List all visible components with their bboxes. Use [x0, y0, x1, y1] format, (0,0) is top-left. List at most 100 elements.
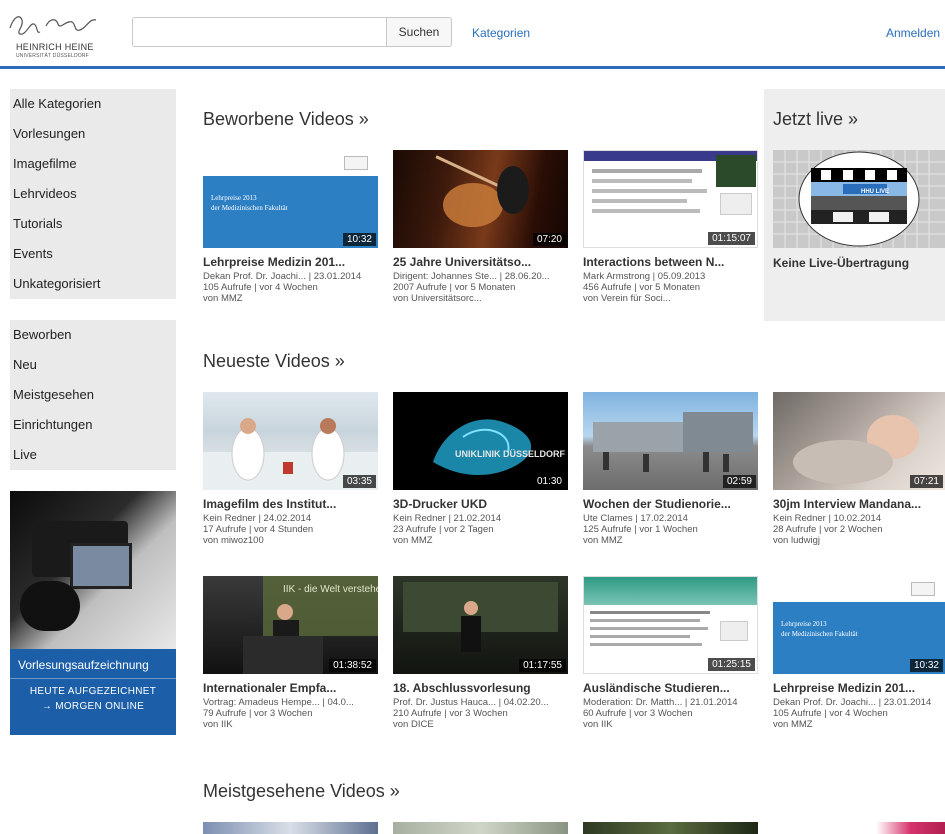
- video-views: 105 Aufrufe | vor 4 Wochen: [203, 282, 318, 293]
- camera-screen-shape: [70, 543, 132, 589]
- video-meta: Mark Armstrong | 05.09.2013: [583, 271, 706, 282]
- video-duration: 01:17:55: [519, 659, 566, 672]
- video-thumbnail[interactable]: [393, 822, 568, 834]
- header-divider: [0, 66, 945, 69]
- video-uploader[interactable]: von IIK: [203, 719, 378, 730]
- thumbnail-text-line2: der Medizinischen Fakultät: [781, 630, 858, 638]
- video-uploader[interactable]: von MMZ: [583, 535, 758, 546]
- video-card[interactable]: 02:59 Wochen der Studienorie... Ute Clam…: [583, 392, 758, 546]
- search-input[interactable]: [132, 17, 386, 47]
- video-thumbnail[interactable]: [583, 822, 758, 834]
- search-button[interactable]: Suchen: [386, 17, 452, 47]
- sidebar-item-featured[interactable]: Beworben: [10, 320, 176, 350]
- video-thumbnail[interactable]: Lehrpreise 2013 der Medizinischen Fakult…: [773, 576, 945, 674]
- sidebar-item-live[interactable]: Live: [10, 440, 176, 470]
- video-card[interactable]: 01:25:15 Ausländische Studieren... Moder…: [583, 576, 758, 730]
- video-uploader[interactable]: von Universitätsorc...: [393, 293, 568, 304]
- sidebar-item-all-categories[interactable]: Alle Kategorien: [10, 89, 176, 119]
- video-title[interactable]: 30jm Interview Mandana...: [773, 497, 945, 511]
- video-title[interactable]: Imagefilm des Institut...: [203, 497, 378, 511]
- sidebar-item-new[interactable]: Neu: [10, 350, 176, 380]
- video-uploader[interactable]: von ludwigj: [773, 535, 945, 546]
- video-title[interactable]: Lehrpreise Medizin 201...: [203, 255, 378, 269]
- video-thumbnail[interactable]: IIK - die Welt verstehen 01:38:52: [203, 576, 378, 674]
- sidebar-item-teaching-videos[interactable]: Lehrvideos: [10, 179, 176, 209]
- video-views: 60 Aufrufe | vor 3 Wochen: [583, 708, 693, 719]
- video-card[interactable]: 01:17:55 18. Abschlussvorlesung Prof. Dr…: [393, 576, 568, 730]
- banner-divider: [10, 678, 176, 679]
- video-uploader[interactable]: von IIK: [583, 719, 758, 730]
- sidebar-item-events[interactable]: Events: [10, 239, 176, 269]
- sidebar-item-tutorials[interactable]: Tutorials: [10, 209, 176, 239]
- video-uploader[interactable]: von Verein für Soci...: [583, 293, 758, 304]
- video-thumbnail[interactable]: 03:35: [203, 392, 378, 490]
- video-duration: 07:21: [909, 475, 943, 488]
- slide-text-line: [592, 189, 707, 193]
- video-uploader[interactable]: von MMZ: [773, 719, 945, 730]
- video-card[interactable]: 07:21 30jm Interview Mandana... Kein Red…: [773, 392, 945, 546]
- live-panel: Jetzt live » HHU LIVE Keine Live-Übertra…: [764, 89, 945, 321]
- camera-lens-shape: [20, 581, 80, 631]
- video-uploader[interactable]: von DICE: [393, 719, 568, 730]
- video-title[interactable]: Lehrpreise Medizin 201...: [773, 681, 945, 695]
- video-thumbnail[interactable]: Lehrpreise 2013 der Medizinischen Fakult…: [203, 150, 378, 248]
- video-card[interactable]: UNIKLINIK DÜSSELDORF 01:30 3D-Drucker UK…: [393, 392, 568, 546]
- video-card[interactable]: 03:35 Imagefilm des Institut... Kein Red…: [203, 392, 378, 546]
- login-link[interactable]: Anmelden: [886, 26, 940, 40]
- logo-line1: HEINRICH HEINE: [16, 42, 94, 52]
- video-card[interactable]: 07:20 25 Jahre Universitätso... Dirigent…: [393, 150, 568, 304]
- thumbnail-text-line1: Lehrpreise 2013: [781, 620, 827, 628]
- video-thumbnail[interactable]: 02:59: [583, 392, 758, 490]
- sidebar-item-lectures[interactable]: Vorlesungen: [10, 119, 176, 149]
- banner-title: Vorlesungsaufzeichnung: [18, 658, 149, 672]
- video-thumbnail[interactable]: UNIKLINIK DÜSSELDORF 01:30: [393, 392, 568, 490]
- video-thumbnail[interactable]: 07:20: [393, 150, 568, 248]
- camera-photo: [10, 491, 176, 649]
- video-title[interactable]: 18. Abschlussvorlesung: [393, 681, 568, 695]
- categories-link[interactable]: Kategorien: [472, 26, 530, 40]
- newest-videos-heading[interactable]: Neueste Videos »: [203, 351, 345, 372]
- banner-line2: → MORGEN ONLINE: [41, 701, 145, 712]
- video-thumbnail[interactable]: [203, 822, 378, 834]
- most-viewed-heading[interactable]: Meistgesehene Videos »: [203, 781, 400, 802]
- sidebar-item-image-films[interactable]: Imagefilme: [10, 149, 176, 179]
- video-title[interactable]: 25 Jahre Universitätso...: [393, 255, 568, 269]
- video-thumbnail[interactable]: 01:25:15: [583, 576, 758, 674]
- banner-line1: HEUTE AUFGEZEICHNET: [29, 686, 157, 697]
- university-logo[interactable]: HEINRICH HEINE UNIVERSITÄT DÜSSELDORF: [6, 8, 106, 62]
- site-header: HEINRICH HEINE UNIVERSITÄT DÜSSELDORF Su…: [0, 0, 945, 66]
- video-card[interactable]: Lehrpreise 2013 der Medizinischen Fakult…: [203, 150, 378, 304]
- video-card[interactable]: IIK - die Welt verstehen 01:38:52 Intern…: [203, 576, 378, 730]
- live-heading[interactable]: Jetzt live »: [773, 109, 858, 130]
- sidebar-item-most-viewed[interactable]: Meistgesehen: [10, 380, 176, 410]
- video-card[interactable]: Lehrpreise 2013 der Medizinischen Fakult…: [773, 576, 945, 730]
- video-thumbnail[interactable]: 01:17:55: [393, 576, 568, 674]
- slide-text-line: [590, 643, 702, 646]
- video-duration: 01:15:07: [708, 232, 755, 245]
- video-title[interactable]: 3D-Drucker UKD: [393, 497, 568, 511]
- video-views: 105 Aufrufe | vor 4 Wochen: [773, 708, 888, 719]
- video-card[interactable]: 01:15:07 Interactions between N... Mark …: [583, 150, 758, 304]
- video-thumbnail[interactable]: 01:15:07: [583, 150, 758, 248]
- video-meta: Vortrag: Amadeus Hempe... | 04.0...: [203, 697, 354, 708]
- sidebar-item-uncategorized[interactable]: Unkategorisiert: [10, 269, 176, 299]
- speaker-video-inset: [716, 155, 756, 187]
- video-uploader[interactable]: von MMZ: [203, 293, 378, 304]
- video-thumbnail[interactable]: [773, 822, 945, 834]
- sidebar-item-institutions[interactable]: Einrichtungen: [10, 410, 176, 440]
- slide-banner: [584, 577, 757, 605]
- video-meta: Moderation: Dr. Matth... | 21.01.2014: [583, 697, 738, 708]
- video-thumbnail[interactable]: 07:21: [773, 392, 945, 490]
- video-duration: 03:35: [342, 475, 376, 488]
- lecture-recording-banner[interactable]: Vorlesungsaufzeichnung HEUTE AUFGEZEICHN…: [10, 491, 176, 735]
- live-test-pattern[interactable]: HHU LIVE: [773, 150, 945, 248]
- video-title[interactable]: Ausländische Studieren...: [583, 681, 758, 695]
- video-title[interactable]: Wochen der Studienorie...: [583, 497, 758, 511]
- featured-videos-heading[interactable]: Beworbene Videos »: [203, 109, 369, 130]
- sidebar-lists: Beworben Neu Meistgesehen Einrichtungen …: [10, 320, 176, 470]
- video-duration: 02:59: [722, 475, 756, 488]
- video-uploader[interactable]: von miwoz100: [203, 535, 378, 546]
- video-title[interactable]: Interactions between N...: [583, 255, 758, 269]
- video-uploader[interactable]: von MMZ: [393, 535, 568, 546]
- video-title[interactable]: Internationaler Empfa...: [203, 681, 378, 695]
